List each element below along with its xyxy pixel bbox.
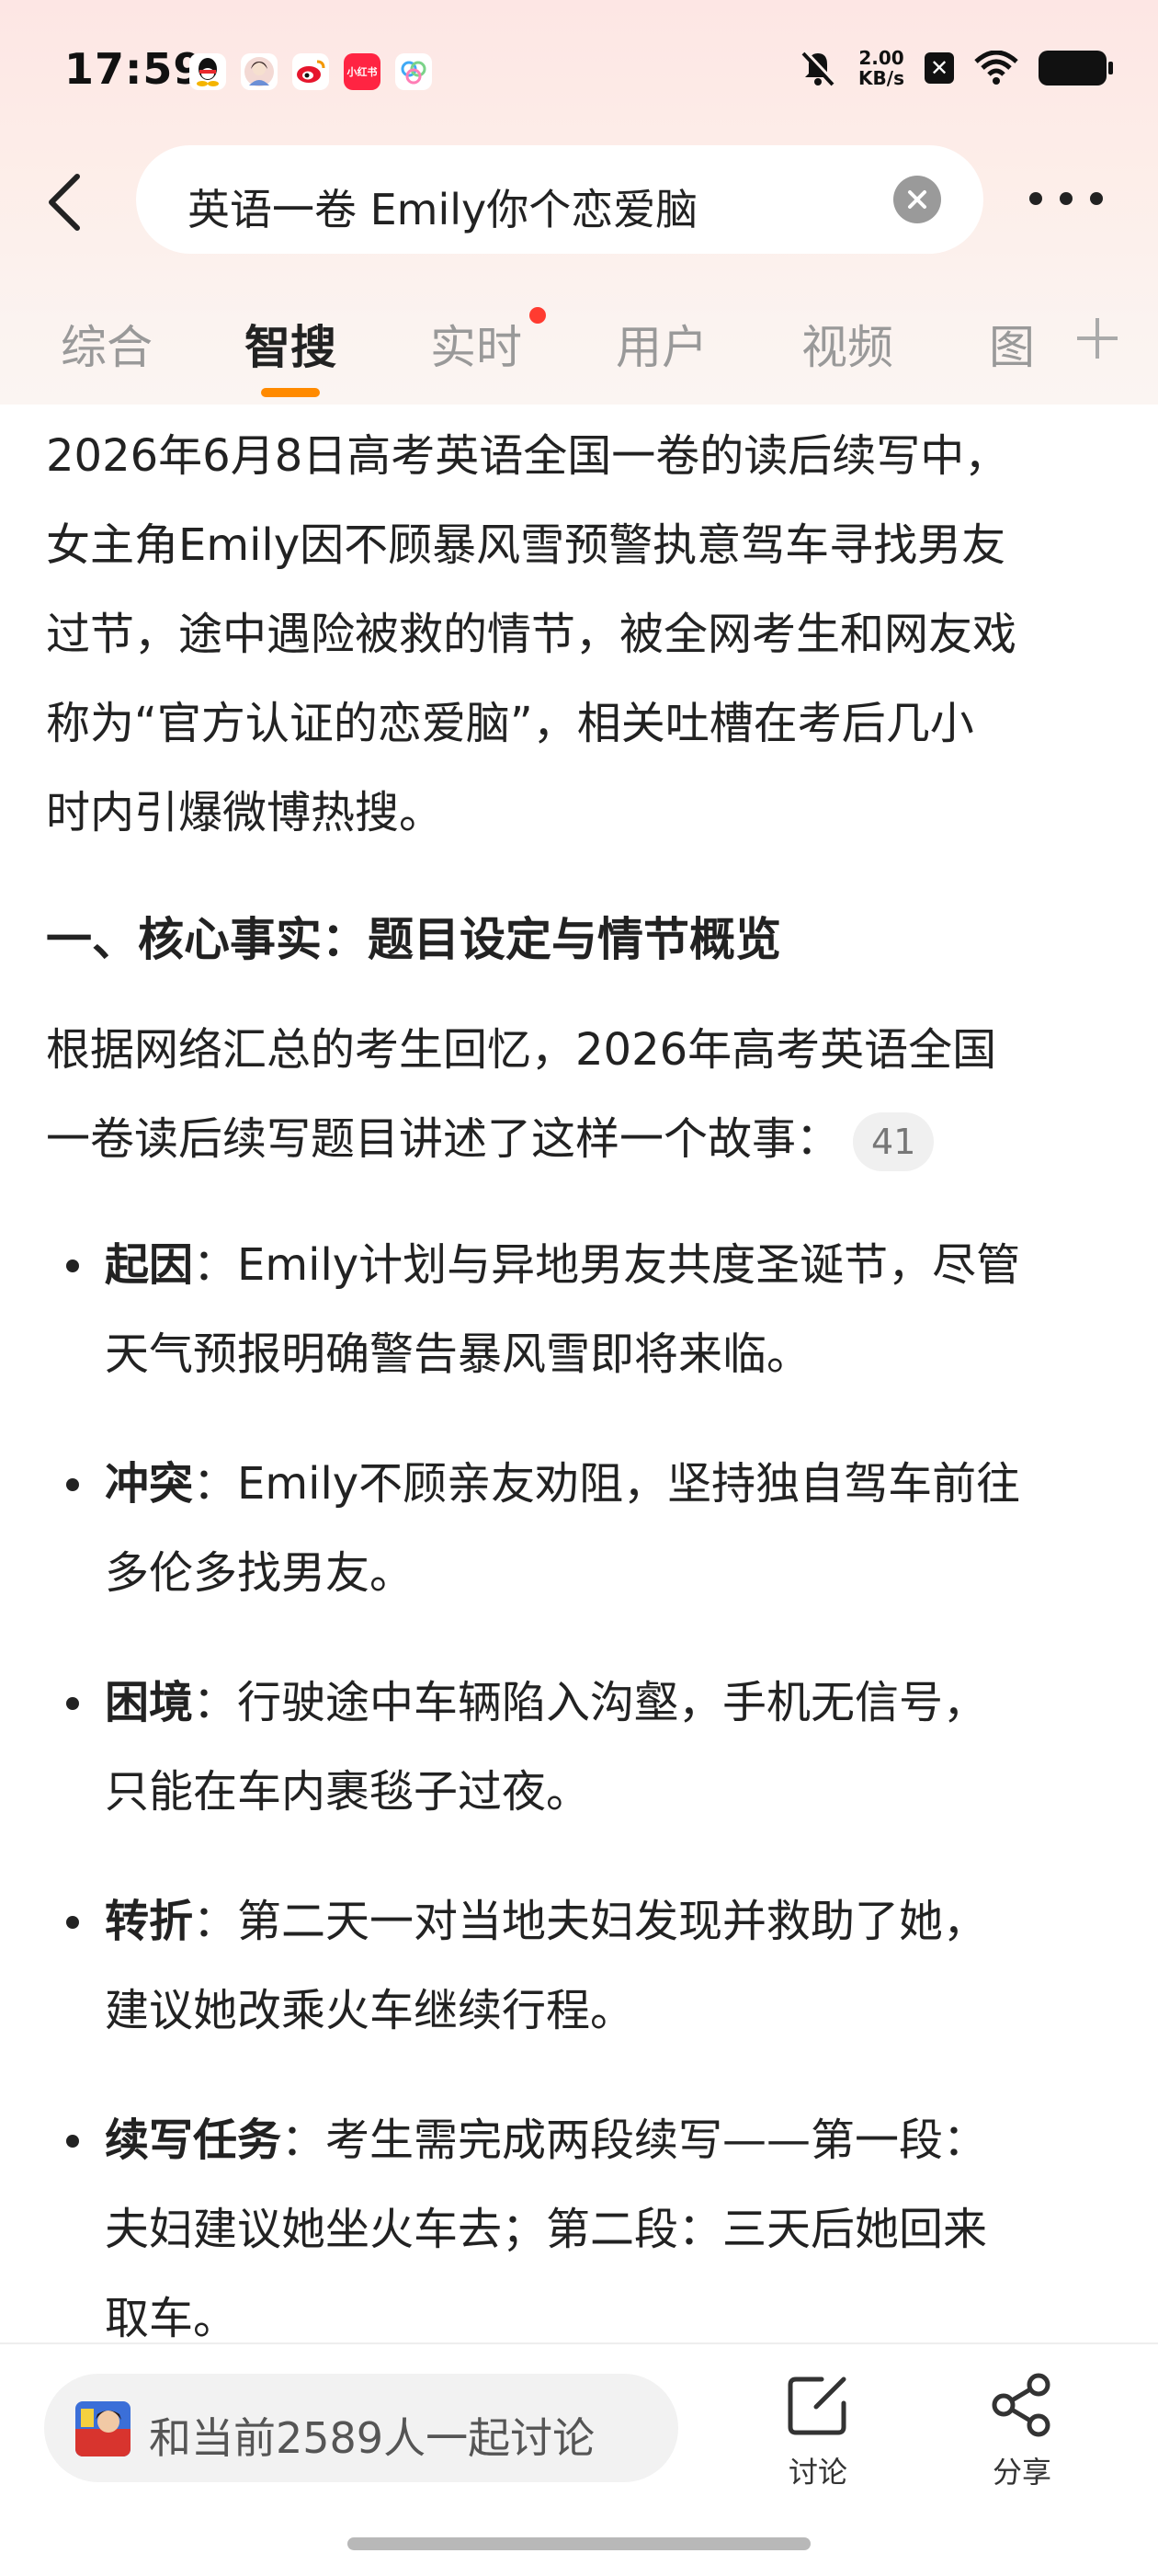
share-button[interactable]: 分享 [958, 2372, 1086, 2491]
active-tab-indicator [261, 388, 320, 397]
status-time: 17:59 [64, 44, 204, 94]
x-app-icon: ✕ [925, 52, 954, 84]
bullet-dot [66, 1916, 79, 1929]
discuss-input[interactable]: 和当前2589人一起讨论 [44, 2374, 678, 2482]
bullet-text: 只能在车内裹毯子过夜。 [105, 1766, 591, 1818]
intro-line: 称为“官方认证的恋爱脑”，相关吐槽在考后几小 [46, 698, 974, 749]
tab-shipin[interactable]: 视频 [801, 311, 893, 377]
intro-line: 女主角Emily因不顾暴风雪预警执意驾车寻找男友 [46, 519, 1006, 571]
xiaohongshu-icon: 小红书 [344, 53, 380, 90]
search-query: 英语一卷 Emily你个恋爱脑 [187, 185, 698, 234]
weibo-icon [292, 53, 329, 90]
list-item: 冲突：Emily不顾亲友劝阻，坚持独自驾车前往多伦多找男友。 [46, 1440, 1112, 1618]
lead-line-text: 一卷读后续写题目讲述了这样一个故事： [46, 1113, 841, 1165]
chevron-left-icon [49, 174, 80, 231]
add-tab-icon[interactable] [1073, 314, 1121, 362]
back-button[interactable] [37, 165, 92, 239]
bullet-term: 转折 [105, 1896, 194, 1947]
bullet-dot [66, 1478, 79, 1491]
search-input[interactable]: 英语一卷 Emily你个恋爱脑 [136, 145, 983, 254]
close-icon [908, 190, 926, 209]
intro-paragraph: 2026年6月8日高考英语全国一卷的读后续写中， 女主角Emily因不顾暴风雪预… [46, 412, 1016, 858]
bullet-term: 冲突 [105, 1458, 194, 1510]
list-item: 起因：Emily计划与异地男友共度圣诞节，尽管天气预报明确警告暴风雪即将来临。 [46, 1221, 1112, 1399]
bullet-term: 续写任务 [105, 2114, 282, 2166]
bullet-text: 天气预报明确警告暴风雪即将来临。 [105, 1328, 812, 1380]
more-dot-icon [1090, 192, 1103, 205]
new-badge-dot [529, 307, 546, 324]
bullet-term: 起因 [105, 1239, 194, 1291]
bullet-text: ：第二天一对当地夫妇发现并救助了她， [193, 1896, 988, 1947]
share-label: 分享 [992, 2455, 1051, 2490]
bullet-text: ：Emily不顾亲友劝阻，坚持独自驾车前往 [193, 1458, 1021, 1510]
more-dot-icon [1060, 192, 1073, 205]
bullet-text: ：行驶途中车辆陷入沟壑，手机无信号， [193, 1677, 988, 1728]
tab-shishi[interactable]: 实时 [430, 311, 522, 377]
mute-icon [801, 49, 836, 86]
list-item: 续写任务：考生需完成两段续写——第一段： 夫妇建议她坐火车去；第二段：三天后她回来… [46, 2096, 1112, 2364]
bullet-term: 困境 [105, 1677, 194, 1728]
share-icon [992, 2373, 1050, 2437]
notification-icons: 小红书 [189, 53, 432, 90]
more-dot-icon [1029, 192, 1042, 205]
discuss-placeholder: 和当前2589人一起讨论 [149, 2413, 596, 2463]
bullet-text: 多伦多找男友。 [105, 1547, 414, 1599]
list-item: 困境：行驶途中车辆陷入沟壑，手机无信号， 只能在车内裹毯子过夜。 [46, 1658, 1112, 1837]
system-indicators: 2.00 KB/s ✕ [798, 48, 1113, 88]
tab-bar: 综合 智搜 实时 用户 视频 图 [0, 303, 1158, 405]
bullet-text: 取车。 [105, 2293, 238, 2344]
intro-line: 时内引爆微博热搜。 [46, 787, 444, 838]
more-options-button[interactable] [1029, 180, 1103, 217]
lead-paragraph: 根据网络汇总的考生回忆，2026年高考英语全国 一卷读后续写题目讲述了这样一个故… [46, 1006, 996, 1184]
citation-badge[interactable]: 41 [853, 1112, 935, 1171]
tab-yonghu[interactable]: 用户 [616, 311, 708, 377]
network-speed: 2.00 KB/s [858, 48, 904, 88]
cloud-app-icon [395, 53, 432, 90]
bullet-dot [66, 2135, 79, 2148]
tab-zonghe[interactable]: 综合 [61, 311, 153, 377]
edit-icon [788, 2377, 846, 2435]
bullet-text: ：考生需完成两段续写——第一段： [281, 2114, 988, 2166]
comment-label: 讨论 [788, 2455, 847, 2490]
bullet-dot [66, 1260, 79, 1272]
comment-button[interactable]: 讨论 [754, 2372, 882, 2491]
bullet-text: 夫妇建议她坐火车去；第二段：三天后她回来 [105, 2204, 988, 2255]
qq-icon [189, 53, 226, 90]
home-indicator[interactable] [347, 2537, 811, 2550]
bullet-dot [66, 1697, 79, 1710]
intro-line: 2026年6月8日高考英语全国一卷的读后续写中， [46, 430, 1009, 482]
battery-icon [1039, 51, 1113, 85]
avatar-app-icon [241, 53, 278, 90]
network-speed-unit: KB/s [858, 67, 904, 89]
intro-line: 过节，途中遇险被救的情节，被全网考生和网友戏 [46, 609, 1017, 660]
section-heading: 一、核心事实：题目设定与情节概览 [46, 913, 781, 966]
lead-line: 一卷读后续写题目讲述了这样一个故事： 41 [46, 1095, 996, 1184]
clear-button[interactable] [893, 176, 941, 223]
wifi-icon [974, 51, 1018, 85]
bottom-bar: 和当前2589人一起讨论 讨论 分享 [0, 2342, 1158, 2576]
list-item: 转折：第二天一对当地夫妇发现并救助了她， 建议她改乘火车继续行程。 [46, 1877, 1112, 2056]
xiaohongshu-label: 小红书 [346, 66, 378, 78]
tab-tu[interactable]: 图 [989, 311, 1035, 377]
avatar [75, 2401, 131, 2456]
tab-zhisou[interactable]: 智搜 [244, 311, 336, 377]
status-bar: 17:59 小红书 2.00 KB/s ✕ [0, 0, 1158, 147]
lead-line: 根据网络汇总的考生回忆，2026年高考英语全国 [46, 1024, 997, 1076]
bullet-text: ：Emily计划与异地男友共度圣诞节，尽管 [193, 1239, 1021, 1291]
bullet-text: 建议她改乘火车继续行程。 [105, 1985, 635, 2036]
network-speed-value: 2.00 [858, 47, 904, 69]
